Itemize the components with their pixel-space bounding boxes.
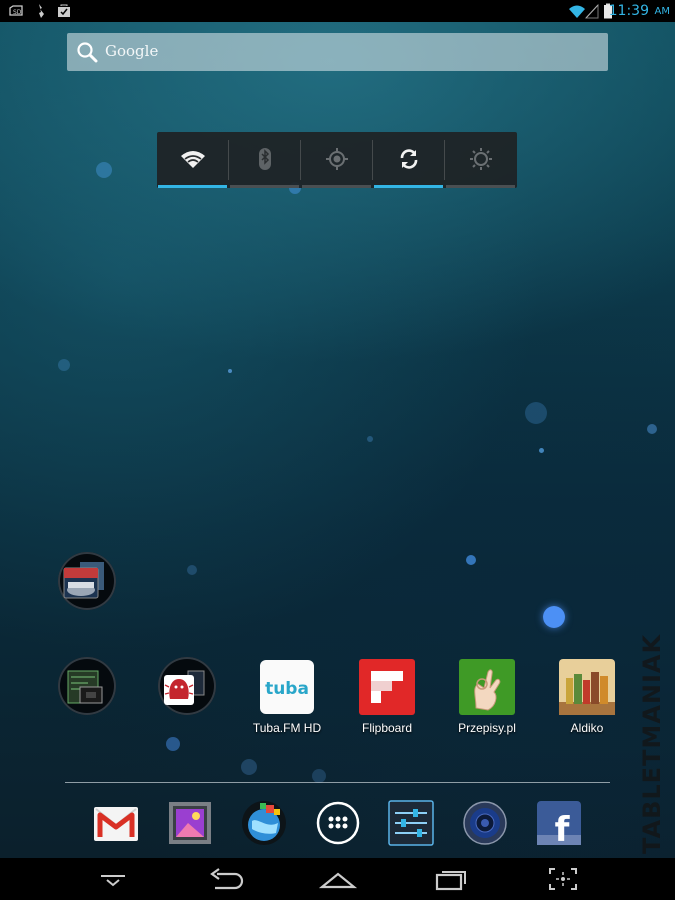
- power-control-widget: [157, 132, 517, 188]
- globe-icon[interactable]: [240, 799, 288, 847]
- brightness-toggle-indicator: [446, 185, 515, 188]
- benchmark-folder-icon: [67, 670, 103, 704]
- wallpaper-bubble: [58, 359, 70, 371]
- app-label: Tuba.FM HD: [252, 721, 322, 735]
- wifi-toggle-indicator: [158, 185, 227, 188]
- sd-card-icon: SD: [9, 5, 23, 16]
- app-label: Przepisy.pl: [458, 721, 516, 735]
- speaker-icon[interactable]: [461, 799, 509, 847]
- google-search-bar[interactable]: Google: [67, 33, 608, 71]
- recent-apps-icon[interactable]: [433, 866, 469, 892]
- wallpaper-bubble: [539, 448, 544, 453]
- antutu-folder[interactable]: [158, 657, 216, 715]
- signal-icon: [585, 3, 599, 19]
- gps-icon: [326, 148, 348, 170]
- gallery-icon[interactable]: [166, 799, 214, 847]
- bluetooth-icon: [259, 148, 271, 170]
- brightness-icon: [470, 148, 492, 170]
- dock-divider: [65, 782, 610, 783]
- svg-text:TABLETMANIAK: TABLETMANIAK: [638, 634, 666, 854]
- wifi-icon: [181, 151, 205, 168]
- svg-text:f: f: [555, 810, 571, 847]
- tuba-icon: tuba: [260, 660, 314, 714]
- wallpaper-bubble: [187, 565, 197, 575]
- brightness-toggle[interactable]: [445, 132, 516, 188]
- antutu-folder-icon: [164, 670, 205, 705]
- clock-ampm: AM: [654, 6, 670, 17]
- bluetooth-toggle-indicator: [230, 185, 299, 188]
- svg-text:tuba: tuba: [265, 679, 309, 699]
- sync-toggle[interactable]: [373, 132, 444, 188]
- hide-keyboard-icon[interactable]: [97, 866, 129, 892]
- clock: 11:39: [608, 3, 649, 19]
- wallpaper-bubble: [228, 369, 232, 373]
- games-folder[interactable]: [58, 552, 116, 610]
- wallpaper-bubble: [166, 737, 180, 751]
- benchmark-folder[interactable]: [58, 657, 116, 715]
- navigation-bar: [0, 858, 675, 900]
- download-done-icon: [58, 4, 70, 17]
- back-icon[interactable]: [205, 866, 245, 892]
- search-icon: [77, 42, 98, 63]
- home-icon[interactable]: [318, 866, 358, 892]
- screenshot-icon[interactable]: [547, 866, 579, 892]
- search-input[interactable]: Google: [105, 42, 158, 60]
- sync-icon: [400, 149, 418, 169]
- gps-toggle-indicator: [302, 185, 371, 188]
- sync-toggle-indicator: [374, 185, 443, 188]
- wallpaper-bubble: [525, 402, 547, 424]
- wallpaper-bubble: [466, 555, 476, 565]
- usb-debug-icon: [39, 4, 44, 18]
- wifi-toggle[interactable]: [157, 132, 228, 188]
- settings-icon[interactable]: [387, 799, 435, 847]
- flipboard-icon: [359, 659, 415, 715]
- wifi-icon: [569, 5, 585, 18]
- status-bar: SD 11:39 AM: [0, 0, 675, 22]
- wallpaper-bubble: [241, 759, 257, 775]
- wallpaper-bubble: [96, 162, 112, 178]
- wallpaper-bubble: [647, 424, 657, 434]
- aldiko-icon: [559, 659, 615, 715]
- svg-text:SD: SD: [13, 9, 22, 16]
- facebook-icon[interactable]: f: [535, 799, 583, 847]
- wallpaper-bubble: [543, 606, 565, 628]
- wallpaper-bubble: [312, 769, 326, 783]
- app-label: Aldiko: [570, 721, 604, 735]
- games-folder-icon: [63, 562, 104, 599]
- wallpaper-bubble: [367, 436, 373, 442]
- tabletmaniak-watermark-logo: TABLETMANIAK: [638, 634, 666, 854]
- przepisy-icon: [459, 659, 515, 715]
- app-label: Flipboard: [361, 721, 413, 735]
- gps-toggle[interactable]: [301, 132, 372, 188]
- gmail-icon[interactable]: [92, 799, 140, 847]
- app-drawer-icon[interactable]: [314, 799, 362, 847]
- bluetooth-toggle[interactable]: [229, 132, 300, 188]
